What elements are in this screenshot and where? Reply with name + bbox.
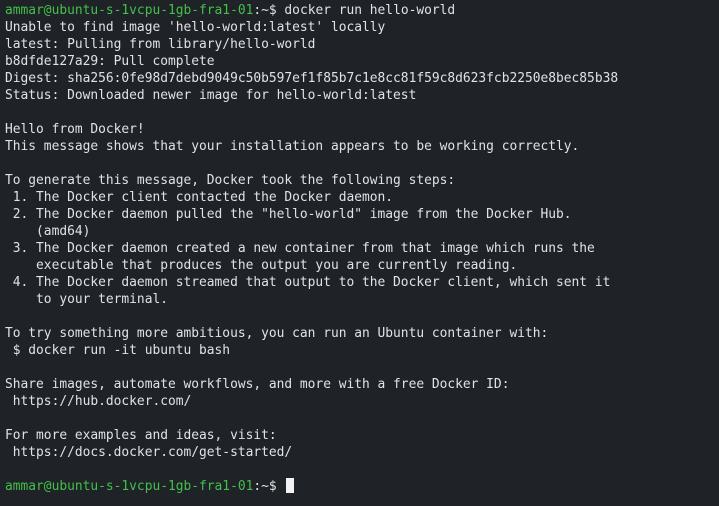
prompt-separator: : — [253, 479, 262, 494]
prompt-path-symbol: ~$ — [261, 479, 277, 494]
output-line-pull-2: latest: Pulling from library/hello-world — [5, 37, 316, 52]
output-line-step-2-cont: (amd64) — [5, 224, 91, 239]
output-line-hello: Hello from Docker! — [5, 122, 145, 137]
output-line-share-url: https://hub.docker.com/ — [5, 394, 192, 409]
prompt-separator: : — [253, 3, 262, 18]
output-line-step-2: 2. The Docker daemon pulled the "hello-w… — [5, 207, 572, 222]
prompt-user-host: ammar@ubuntu-s-1vcpu-1gb-fra1-01 — [5, 479, 254, 494]
output-line-status: Status: Downloaded newer image for hello… — [5, 88, 417, 103]
text-cursor — [286, 478, 295, 493]
output-line-ubuntu-cmd: $ docker run -it ubuntu bash — [5, 343, 231, 358]
output-line-share-intro: Share images, automate workflows, and mo… — [5, 377, 510, 392]
output-line-step-4: 4. The Docker daemon streamed that outpu… — [5, 275, 611, 290]
output-line-step-4-cont: to your terminal. — [5, 292, 168, 307]
output-line-steps-intro: To generate this message, Docker took th… — [5, 173, 456, 188]
prompt-user-host: ammar@ubuntu-s-1vcpu-1gb-fra1-01 — [5, 3, 254, 18]
terminal-window[interactable]: ammar@ubuntu-s-1vcpu-1gb-fra1-01:~$ dock… — [0, 0, 719, 506]
output-line-step-3: 3. The Docker daemon created a new conta… — [5, 241, 595, 256]
output-line-pull-3: b8dfde127a29: Pull complete — [5, 54, 215, 69]
command-input[interactable] — [277, 479, 285, 494]
command-line-2[interactable]: ammar@ubuntu-s-1vcpu-1gb-fra1-01:~$ — [5, 478, 719, 495]
output-line-ubuntu-intro: To try something more ambitious, you can… — [5, 326, 549, 341]
command-text: docker run hello-world — [276, 3, 456, 18]
output-line-step-3-cont: executable that produces the output you … — [5, 258, 518, 273]
command-line-1: ammar@ubuntu-s-1vcpu-1gb-fra1-01:~$ dock… — [5, 2, 719, 19]
output-line-works: This message shows that your installatio… — [5, 139, 580, 154]
output-line-more-url: https://docs.docker.com/get-started/ — [5, 445, 293, 460]
prompt-path-symbol: ~$ — [261, 3, 277, 18]
output-line-digest: Digest: sha256:0fe98d7debd9049c50b597ef1… — [5, 71, 619, 86]
output-line-pull-1: Unable to find image 'hello-world:latest… — [5, 20, 386, 35]
output-line-step-1: 1. The Docker client contacted the Docke… — [5, 190, 394, 205]
output-line-more-intro: For more examples and ideas, visit: — [5, 428, 277, 443]
